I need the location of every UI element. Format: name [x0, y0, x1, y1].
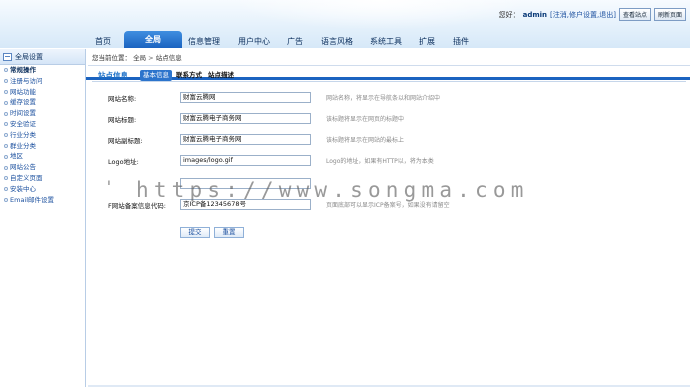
sidebar-item-label: 常规操作 — [10, 66, 36, 74]
sidebar-item-label: 安全验证 — [10, 119, 36, 128]
nav-system-tools[interactable]: 系统工具 — [368, 35, 404, 48]
breadcrumb-site-info: 站点信息 — [155, 54, 182, 62]
sidebar-item-group[interactable]: 群业分类 — [0, 141, 85, 152]
site-title-hint: 该标题将显示在网页的标题中 — [326, 116, 405, 123]
tab-bar: 站点信息 基本信息 联系方式 站点描述 — [92, 70, 686, 82]
sidebar-title: 全局设置 — [15, 52, 43, 61]
nav-extend[interactable]: 扩展 — [416, 35, 438, 48]
view-site-button[interactable]: 查看站点 — [618, 8, 651, 21]
breadcrumb-separator: > — [148, 54, 154, 62]
bullet-icon — [4, 154, 8, 159]
logo-hint: Logo的地址，如果有HTTP以，将为本类 — [326, 158, 434, 165]
top-nav: 首页 全局 信息管理 用户中心 广告 语言风格 系统工具 扩展 插件 — [0, 31, 690, 80]
bullet-icon — [4, 111, 8, 116]
site-subtitle-hint: 该标题将显示在网站的最标上 — [326, 137, 405, 144]
bullet-icon — [4, 133, 8, 138]
breadcrumb: 您当前位置： 全局 > 站点信息 — [88, 51, 690, 66]
form-row-site-title: 网站标题: 财富云腾电子商务网 该标题将显示在网页的标题中 — [88, 113, 690, 125]
bullet-icon — [4, 187, 8, 192]
sidebar-item-label: 地区 — [10, 152, 23, 161]
bullet-icon — [4, 100, 8, 105]
sidebar-item-region[interactable]: 地区 — [0, 151, 85, 162]
site-subtitle-input[interactable]: 财富云腾电子商务网 — [180, 134, 311, 145]
breadcrumb-global[interactable]: 全局 — [133, 54, 146, 62]
nav-info-manage[interactable]: 信息管理 — [186, 35, 222, 48]
user-info: 您好： admin [注消,修户设置,退出] 查看站点 刷新页面 — [499, 8, 686, 21]
breadcrumb-prefix: 您当前位置： — [92, 54, 131, 62]
sidebar-item-register-access[interactable]: 注册与访问 — [0, 76, 85, 87]
form-buttons: 提交 重置 — [180, 227, 244, 238]
site-title-label: 网站标题: — [108, 116, 137, 124]
sidebar-item-email[interactable]: Email邮件设置 — [0, 195, 85, 206]
nav-global[interactable]: 全局 — [124, 31, 182, 48]
nav-ads[interactable]: 广告 — [284, 35, 306, 48]
sidebar-item-security[interactable]: 安全验证 — [0, 119, 85, 130]
form-row-logo: Logo地址: images/logo.gif Logo的地址，如果有HTTP以… — [88, 155, 690, 167]
site-name-hint: 网站名称，将显示在导航条以和网站介绍中 — [326, 95, 441, 102]
submit-button[interactable]: 提交 — [180, 227, 210, 238]
bullet-icon — [4, 176, 8, 181]
bullet-icon — [4, 197, 8, 202]
sidebar-header: 全局设置 — [0, 49, 85, 65]
sidebar-item-label: 网站功能 — [10, 87, 36, 96]
sidebar-item-cache[interactable]: 缓存设置 — [0, 97, 85, 108]
watermark: https://www.songma.com — [136, 178, 529, 202]
reset-button[interactable]: 重置 — [214, 227, 244, 238]
sidebar-item-label: 时间设置 — [10, 109, 36, 118]
sidebar: 全局设置 常规操作 注册与访问 网站功能 缓存设置 时间设置 安全验证 行业分类… — [0, 49, 86, 387]
bullet-icon — [4, 165, 8, 170]
site-name-label: 网站名称: — [108, 95, 137, 103]
nav-language-style[interactable]: 语言风格 — [318, 35, 356, 48]
sidebar-item-custom-page[interactable]: 自定义页面 — [0, 173, 85, 184]
bullet-icon — [4, 68, 8, 73]
site-subtitle-label: 网站副标题: — [108, 137, 143, 145]
tab-basic-info[interactable]: 基本信息 — [140, 70, 172, 81]
header-decoration — [230, 0, 530, 30]
form-row-site-name: 网站名称: 财富云腾网 网站名称，将显示在导航条以和网站介绍中 — [88, 92, 690, 104]
sidebar-item-announcement[interactable]: 网站公告 — [0, 162, 85, 173]
user-links[interactable]: [注消,修户设置,退出] — [550, 10, 616, 20]
nav-plugins[interactable]: 插件 — [450, 35, 472, 48]
tab-contact[interactable]: 联系方式 — [176, 70, 202, 81]
site-name-input[interactable]: 财富云腾网 — [180, 92, 311, 103]
sidebar-item-label: 安装中心 — [10, 184, 36, 193]
sidebar-item-industry[interactable]: 行业分类 — [0, 130, 85, 141]
nav-user-center[interactable]: 用户中心 — [234, 35, 274, 48]
logo-label: Logo地址: — [108, 158, 139, 166]
settings-folder-icon — [3, 52, 12, 61]
sidebar-item-label: 群业分类 — [10, 141, 36, 150]
main-content: 您当前位置： 全局 > 站点信息 站点信息 基本信息 联系方式 站点描述 网站名… — [88, 51, 690, 387]
tab-bar-title: 站点信息 — [98, 71, 128, 80]
tab-site-description[interactable]: 站点描述 — [208, 70, 234, 81]
sidebar-item-site-features[interactable]: 网站功能 — [0, 87, 85, 98]
bullet-icon — [4, 89, 8, 94]
site-title-input[interactable]: 财富云腾电子商务网 — [180, 113, 311, 124]
sidebar-item-label: Email邮件设置 — [10, 195, 55, 204]
bullet-icon — [4, 122, 8, 127]
sidebar-item-label: 注册与访问 — [10, 76, 43, 85]
sidebar-item-label: 缓存设置 — [10, 98, 36, 107]
sidebar-item-label: 自定义页面 — [10, 173, 43, 182]
sidebar-item-label: 网站公告 — [10, 163, 36, 172]
form-row-site-subtitle: 网站副标题: 财富云腾电子商务网 该标题将显示在网站的最标上 — [88, 134, 690, 146]
bullet-icon — [4, 79, 8, 84]
nav-home[interactable]: 首页 — [88, 35, 118, 48]
sidebar-item-time[interactable]: 时间设置 — [0, 108, 85, 119]
username: admin — [522, 10, 548, 19]
sidebar-item-install[interactable]: 安装中心 — [0, 184, 85, 195]
bullet-icon — [4, 143, 8, 148]
sidebar-item-label: 行业分类 — [10, 130, 36, 139]
hidden-row-label: I — [108, 179, 110, 187]
refresh-page-button[interactable]: 刷新页面 — [653, 8, 686, 21]
user-label: 您好： — [498, 10, 520, 19]
logo-input[interactable]: images/logo.gif — [180, 155, 311, 166]
sidebar-item-general[interactable]: 常规操作 — [0, 65, 85, 76]
